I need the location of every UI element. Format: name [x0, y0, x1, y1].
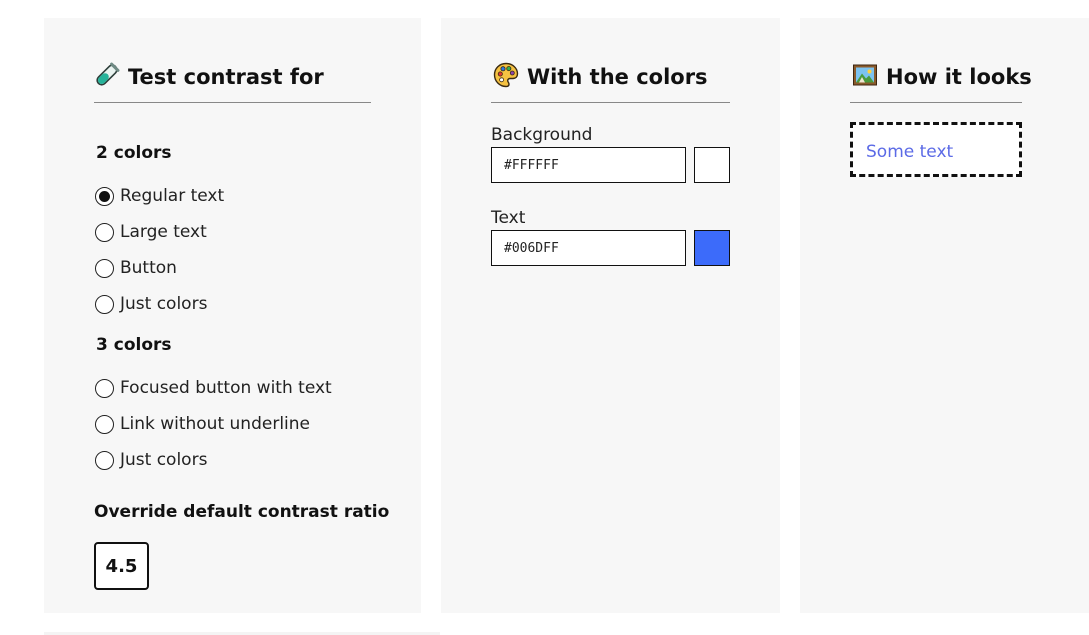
radio-button[interactable] [95, 414, 114, 434]
colors-panel-title: With the colors [527, 65, 708, 89]
text-color-swatch[interactable] [694, 230, 730, 266]
override-ratio-label: Override default contrast ratio [94, 502, 390, 522]
radio-regular-text[interactable]: Regular text [95, 184, 224, 208]
contrast-panel-title: Test contrast for [128, 65, 324, 89]
preview-sample-text: Some text [866, 142, 954, 162]
radio-just-colors-two[interactable]: Just colors [95, 292, 207, 316]
heading-divider [491, 102, 730, 103]
radio-label: Link without underline [120, 414, 310, 434]
radio-focused-button[interactable]: Focused button with text [95, 376, 332, 400]
text-color-label: Text [491, 208, 526, 228]
colors-panel: With the colors Background Text [441, 18, 780, 613]
radio-label: Regular text [120, 186, 225, 206]
palette-icon [493, 62, 519, 88]
radio-button[interactable] [95, 450, 114, 470]
radio-just-colors-three[interactable]: Just colors [95, 448, 207, 472]
contrast-type-panel: Test contrast for 2 colors Regular text … [44, 18, 421, 613]
background-color-swatch[interactable] [694, 147, 730, 183]
radio-button-selected[interactable] [95, 186, 114, 206]
preview-panel-heading: How it looks [852, 62, 1032, 91]
radio-label: Large text [120, 222, 207, 242]
radio-label: Focused button with text [120, 378, 332, 398]
two-colors-label: 2 colors [96, 143, 172, 163]
radio-button[interactable] [95, 378, 114, 398]
three-colors-label: 3 colors [96, 335, 172, 355]
background-label: Background [491, 125, 593, 145]
preview-panel-title: How it looks [886, 65, 1032, 89]
preview-panel: How it looks Some text [800, 18, 1089, 613]
heading-divider [94, 102, 371, 103]
test-tube-icon [94, 62, 120, 88]
colors-panel-heading: With the colors [493, 62, 708, 91]
radio-button[interactable] [95, 222, 114, 242]
heading-divider [850, 102, 1022, 103]
radio-label: Button [120, 258, 177, 278]
radio-button-option[interactable]: Button [95, 256, 177, 280]
radio-label: Just colors [120, 294, 208, 314]
radio-label: Just colors [120, 450, 208, 470]
radio-button[interactable] [95, 294, 114, 314]
radio-large-text[interactable]: Large text [95, 220, 207, 244]
background-color-input[interactable] [491, 147, 686, 183]
preview-box: Some text [850, 122, 1022, 177]
radio-link-no-underline[interactable]: Link without underline [95, 412, 310, 436]
contrast-ratio-input[interactable]: 4.5 [94, 542, 149, 590]
framed-picture-icon [852, 62, 878, 88]
contrast-panel-heading: Test contrast for [94, 62, 324, 91]
radio-button[interactable] [95, 258, 114, 278]
text-color-input[interactable] [491, 230, 686, 266]
